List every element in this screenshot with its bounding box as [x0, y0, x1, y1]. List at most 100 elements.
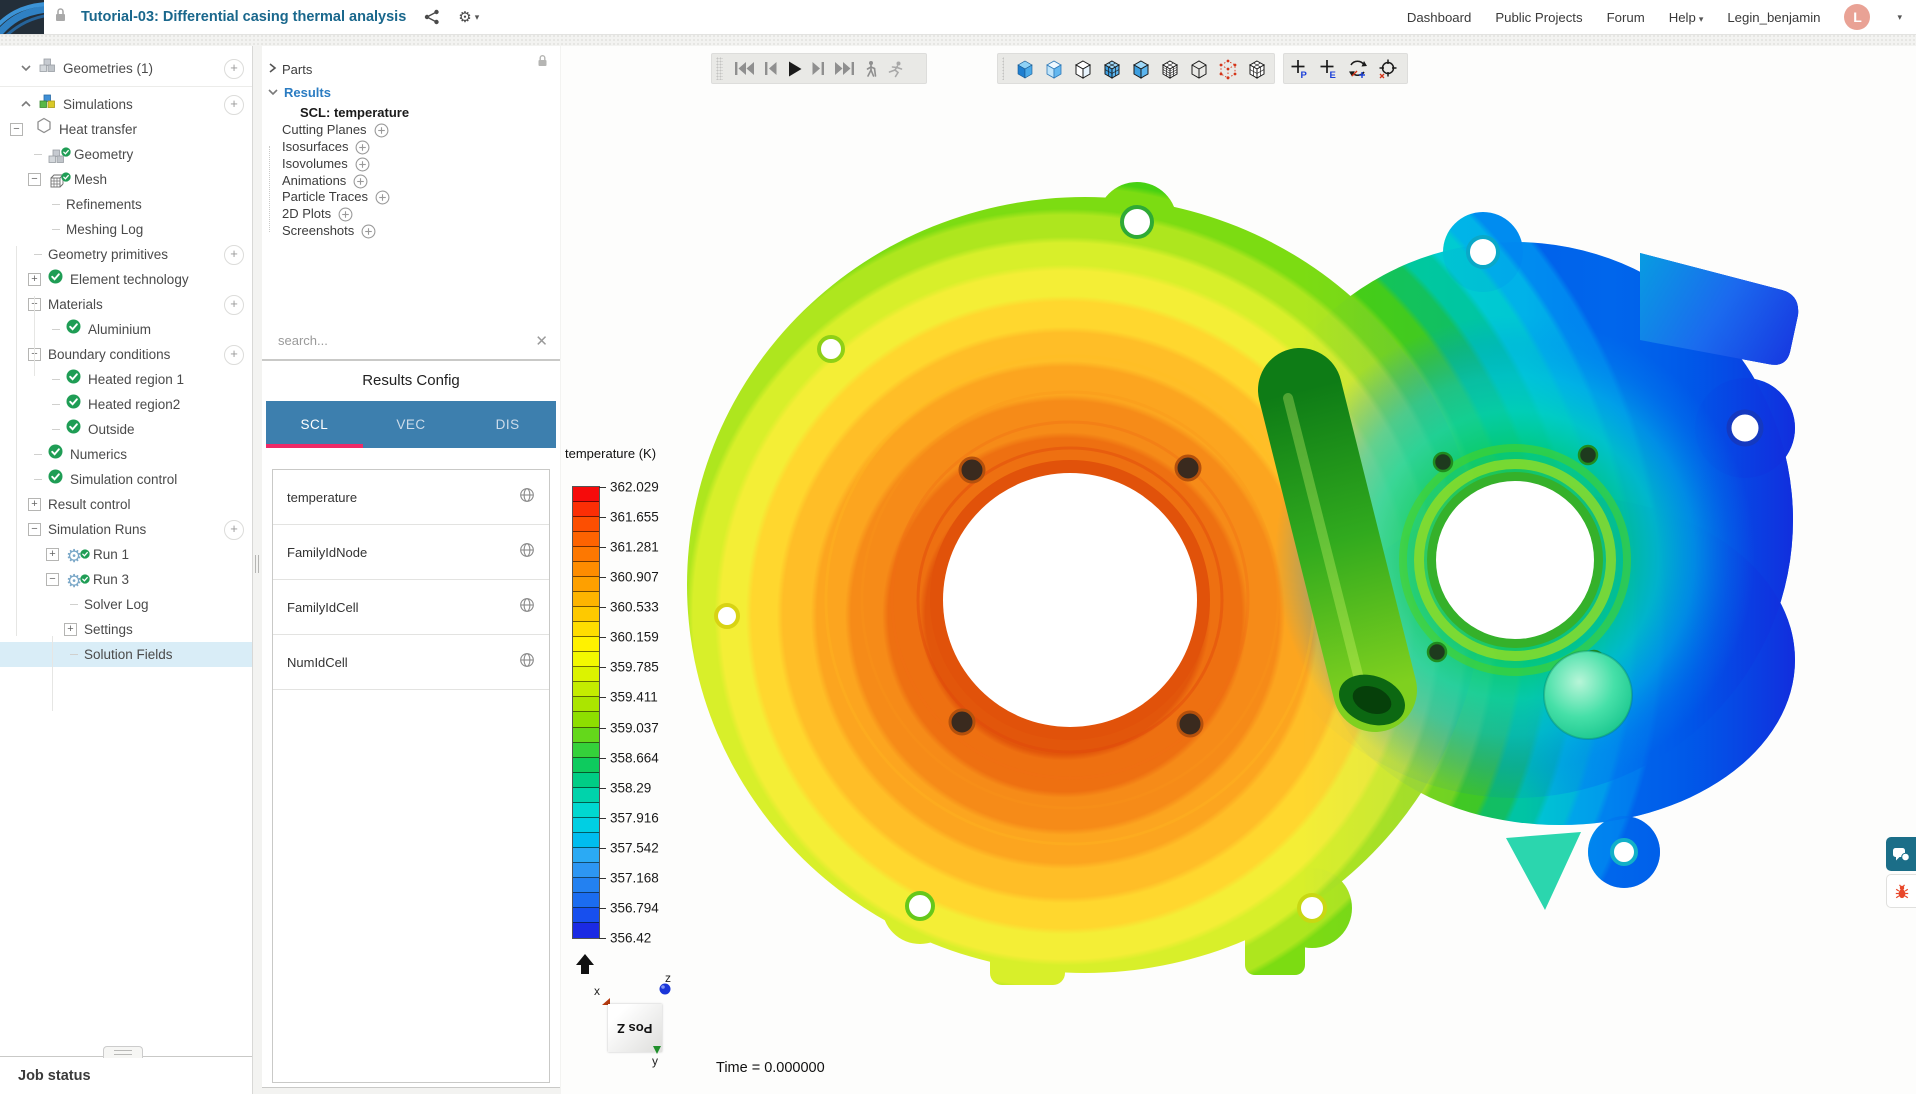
field-item-familyidcell[interactable]: FamilyIdCell [273, 580, 549, 635]
sidebar-item-geometry-primitives[interactable]: Geometry primitives + [0, 242, 252, 267]
tab-dis[interactable]: DIS [459, 401, 556, 448]
job-status-panel[interactable]: Job status [0, 1056, 252, 1094]
tree-expander[interactable]: − [46, 573, 59, 586]
model-3d-differential-casing[interactable] [561, 46, 1916, 1094]
add-icon[interactable] [374, 123, 389, 138]
tab-vec[interactable]: VEC [363, 401, 460, 448]
simscale-logo[interactable] [0, 0, 44, 34]
sidebar-item-materials[interactable]: − Materials + [0, 292, 252, 317]
sidebar-item-result-control[interactable]: + Result control [0, 492, 252, 517]
add-icon[interactable] [355, 157, 370, 172]
field-item-numidcell[interactable]: NumIdCell [273, 635, 549, 690]
project-settings-gear-icon[interactable]: ⚙ ▾ [458, 8, 479, 26]
sidebar-item-run-3[interactable]: − ⚙ Run 3 [0, 567, 252, 592]
sidebar-item-refinements[interactable]: Refinements [0, 192, 252, 217]
rotate-view-icon[interactable] [1346, 58, 1370, 80]
walk-mode-icon[interactable] [863, 60, 879, 78]
add-button[interactable]: + [224, 520, 244, 540]
results-tree-item-2d-plots[interactable]: 2D Plots [282, 205, 353, 223]
field-item-familyidnode[interactable]: FamilyIdNode [273, 525, 549, 580]
tree-expander[interactable]: − [28, 173, 41, 186]
tree-expander[interactable]: − [28, 523, 41, 536]
job-status-drag-handle[interactable] [103, 1046, 143, 1058]
globe-icon[interactable] [519, 542, 535, 563]
sidebar-item-solver-log[interactable]: Solver Log [0, 592, 252, 617]
nav-dashboard[interactable]: Dashboard [1407, 10, 1472, 25]
field-item-temperature[interactable]: temperature [273, 470, 549, 525]
globe-icon[interactable] [519, 597, 535, 618]
surface-shaded-icon[interactable] [1014, 58, 1036, 80]
toolbar-grip[interactable] [716, 57, 723, 80]
nav-forum[interactable]: Forum [1607, 10, 1645, 25]
point-cloud-icon[interactable] [1217, 58, 1239, 80]
globe-icon[interactable] [519, 652, 535, 673]
surface-solid-edges-icon[interactable] [1130, 58, 1152, 80]
add-icon[interactable] [361, 224, 376, 239]
nav-username[interactable]: Legin_benjamin [1727, 10, 1820, 25]
3d-viewport[interactable]: PE temperature (K) 362.029 361.655 361.281… [561, 46, 1916, 1094]
hidden-line-mesh-icon[interactable] [1246, 58, 1268, 80]
add-icon[interactable] [353, 174, 368, 189]
tree-expander[interactable]: + [28, 273, 41, 286]
pick-point-icon[interactable]: P [1288, 58, 1310, 80]
nav-help[interactable]: Help ▾ [1669, 10, 1704, 25]
toolbar-grip[interactable] [1002, 57, 1004, 80]
tree-expander[interactable]: + [64, 623, 77, 636]
add-button[interactable]: + [224, 95, 244, 115]
sidebar-item-run-1[interactable]: + ⚙ Run 1 [0, 542, 252, 567]
next-frame-icon[interactable] [810, 60, 827, 77]
sidebar-item-geometries-1[interactable]: Geometries (1) + [0, 56, 252, 87]
tree-expander[interactable]: + [28, 498, 41, 511]
search-input[interactable] [276, 332, 520, 349]
add-icon[interactable] [375, 190, 390, 205]
panel-resize-handle[interactable] [252, 555, 262, 575]
add-icon[interactable] [338, 207, 353, 222]
previous-frame-icon[interactable] [762, 60, 779, 77]
first-frame-icon[interactable] [733, 60, 755, 77]
surface-mesh-icon[interactable] [1101, 58, 1123, 80]
results-tree-item-scl-temperature[interactable]: SCL: temperature [300, 104, 409, 122]
sidebar-item-meshing-log[interactable]: Meshing Log [0, 217, 252, 242]
surface-white-edges-icon[interactable] [1072, 58, 1094, 80]
sidebar-item-settings[interactable]: + Settings [0, 617, 252, 642]
chevron-down-icon[interactable]: ▾ [1897, 12, 1902, 23]
sidebar-item-boundary-conditions[interactable]: − Boundary conditions + [0, 342, 252, 367]
sidebar-item-simulations[interactable]: Simulations + [0, 92, 252, 117]
results-tree-item-parts[interactable]: Parts [268, 61, 312, 79]
add-button[interactable]: + [224, 245, 244, 265]
sidebar-item-simulation-control[interactable]: Simulation control [0, 467, 252, 492]
results-tree-item-isosurfaces[interactable]: Isosurfaces [282, 138, 370, 156]
sidebar-item-outside[interactable]: Outside [0, 417, 252, 442]
wireframe-icon[interactable] [1188, 58, 1210, 80]
surface-flat-icon[interactable] [1043, 58, 1065, 80]
tab-scl[interactable]: SCL [266, 401, 363, 448]
sidebar-item-numerics[interactable]: Numerics [0, 442, 252, 467]
sidebar-item-aluminium[interactable]: Aluminium [0, 317, 252, 342]
center-rotation-icon[interactable] [1377, 58, 1399, 80]
share-icon[interactable] [424, 9, 440, 25]
nav-public-projects[interactable]: Public Projects [1495, 10, 1582, 25]
sidebar-item-element-technology[interactable]: + Element technology [0, 267, 252, 292]
report-bug-button[interactable] [1886, 874, 1916, 908]
results-tree-item-isovolumes[interactable]: Isovolumes [282, 155, 370, 173]
add-button[interactable]: + [224, 295, 244, 315]
add-button[interactable]: + [224, 345, 244, 365]
tree-expander[interactable]: − [10, 123, 23, 136]
home-view-button[interactable] [572, 951, 598, 982]
last-frame-icon[interactable] [834, 60, 856, 77]
run-mode-icon[interactable] [886, 60, 904, 78]
chevron-right-icon[interactable] [268, 61, 277, 79]
add-button[interactable]: + [224, 59, 244, 79]
user-avatar[interactable]: L [1844, 4, 1871, 30]
sidebar-item-simulation-runs[interactable]: − Simulation Runs + [0, 517, 252, 542]
sidebar-item-heated-region-1[interactable]: Heated region 1 [0, 367, 252, 392]
support-chat-button[interactable] [1886, 837, 1916, 871]
sidebar-item-heated-region2[interactable]: Heated region2 [0, 392, 252, 417]
sidebar-item-geometry[interactable]: Geometry [0, 142, 252, 167]
results-tree-item-screenshots[interactable]: Screenshots [282, 222, 376, 240]
play-icon[interactable] [786, 60, 803, 78]
globe-icon[interactable] [519, 487, 535, 508]
sidebar-item-mesh[interactable]: − Mesh [0, 167, 252, 192]
close-icon[interactable]: ✕ [535, 332, 548, 350]
sidebar-item-heat-transfer[interactable]: − Heat transfer [0, 117, 252, 142]
